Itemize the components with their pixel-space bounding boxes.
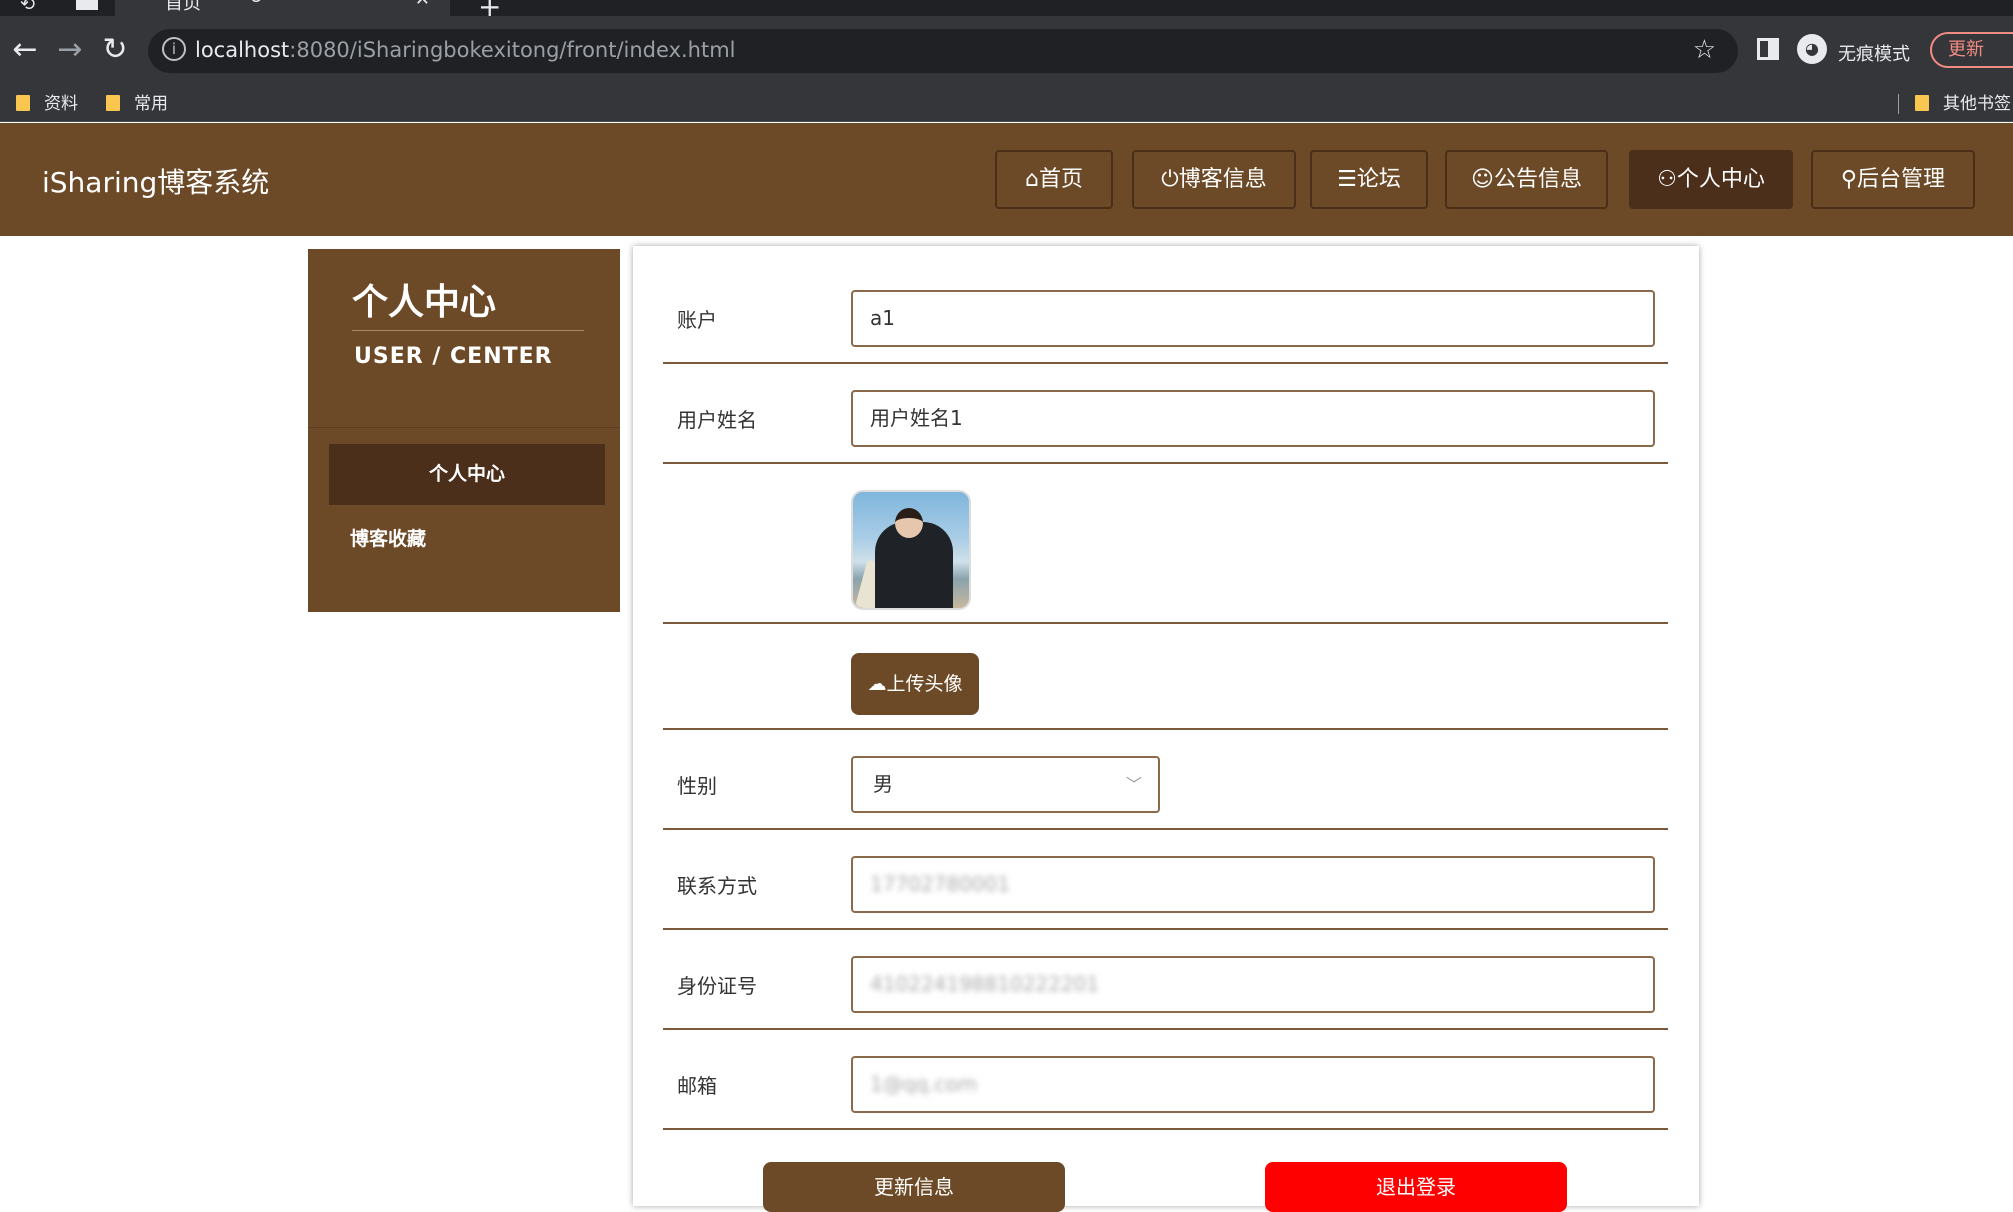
form-row-email: 邮箱 1@qq.com xyxy=(663,1030,1668,1130)
user-icon: ⚇ xyxy=(1657,167,1677,192)
id-number-field[interactable]: 410224198810222201 xyxy=(851,956,1655,1013)
phone-label: 联系方式 xyxy=(677,870,757,899)
folder-icon xyxy=(1915,95,1929,111)
bookmark-folder[interactable]: 资料 xyxy=(16,86,78,122)
chrome-icon[interactable]: ⟲ xyxy=(20,0,40,10)
incognito-icon[interactable]: ◕ xyxy=(1797,34,1827,64)
info-icon[interactable]: i xyxy=(162,37,186,61)
site-header: iSharing博客系统 ⌂首页 ⏻博客信息 ☰论坛 ☺公告信息 ⚇个人中心 ⚲… xyxy=(0,123,2013,236)
sidebar-item-user-center[interactable]: 个人中心 xyxy=(329,444,605,505)
sidebar-divider xyxy=(352,330,584,331)
folder-icon xyxy=(106,95,120,111)
phone-field[interactable]: 17702780001 xyxy=(851,856,1655,913)
name-field[interactable]: 用户姓名1 xyxy=(851,390,1655,447)
email-value: 1@qq.com xyxy=(870,1072,977,1096)
side-panel-icon[interactable] xyxy=(1757,38,1779,60)
sidebar-separator xyxy=(308,427,620,428)
power-icon: ⏻ xyxy=(1161,167,1178,192)
browser-toolbar: ← → ↻ i localhost:8080/iSharingbokexiton… xyxy=(0,16,2013,86)
form-row-gender: 性别 男 ﹀ xyxy=(663,730,1668,830)
email-label: 邮箱 xyxy=(677,1070,717,1099)
cloud-upload-icon: ☁ xyxy=(867,673,886,695)
email-field[interactable]: 1@qq.com xyxy=(851,1056,1655,1113)
star-icon[interactable]: ☆ xyxy=(1693,35,1716,65)
avatar-image-detail xyxy=(895,508,923,538)
id-number-label: 身份证号 xyxy=(677,970,757,999)
form-row-account: 账户 a1 xyxy=(663,246,1668,364)
form-row-phone: 联系方式 17702780001 xyxy=(663,830,1668,930)
update-info-button[interactable]: 更新信息 xyxy=(763,1162,1065,1212)
phone-value: 17702780001 xyxy=(870,872,1010,896)
forward-icon[interactable]: → xyxy=(53,34,87,66)
id-number-value: 410224198810222201 xyxy=(870,972,1099,996)
update-button[interactable]: 更新 xyxy=(1930,32,2013,68)
other-bookmarks[interactable]: 其他书签 xyxy=(1915,86,2011,122)
sidebar-subtitle: USER / CENTER xyxy=(354,344,553,369)
back-icon[interactable]: ← xyxy=(8,34,42,66)
user-sidebar: 个人中心 USER / CENTER 个人中心 博客收藏 xyxy=(308,249,620,612)
home-icon: ⌂ xyxy=(1025,167,1039,192)
gender-select[interactable]: 男 ﹀ xyxy=(851,756,1160,813)
browser-tab-bar: ⟲ ⟲ 首页 ✕ + xyxy=(0,0,2013,16)
profile-form-card: 账户 a1 用户姓名 用户姓名1 ☁上传头像 性别 男 ﹀ 联系方式 17702… xyxy=(633,246,1699,1206)
chevron-down-icon: ﹀ xyxy=(1126,758,1142,811)
folder-icon xyxy=(16,95,30,111)
tab-icon[interactable] xyxy=(76,0,98,10)
name-label: 用户姓名 xyxy=(677,404,757,433)
form-row-name: 用户姓名 用户姓名1 xyxy=(663,364,1668,464)
sidebar-title: 个人中心 xyxy=(352,273,496,325)
nav-blog-info[interactable]: ⏻博客信息 xyxy=(1132,150,1296,209)
globe-icon: ⟲ xyxy=(247,0,262,2)
gender-label: 性别 xyxy=(677,770,717,799)
bookmark-folder[interactable]: 常用 xyxy=(106,86,168,122)
url-text[interactable]: localhost:8080/iSharingbokexitong/front/… xyxy=(195,38,736,62)
reload-icon[interactable]: ↻ xyxy=(98,34,132,66)
account-field[interactable]: a1 xyxy=(851,290,1655,347)
form-row-avatar xyxy=(663,464,1668,624)
nav-forum[interactable]: ☰论坛 xyxy=(1310,150,1428,209)
sliders-icon: ☰ xyxy=(1337,167,1357,192)
gender-value: 男 xyxy=(873,772,893,796)
incognito-label[interactable]: 无痕模式 xyxy=(1838,40,1910,66)
browser-tab[interactable]: ⟲ 首页 ✕ xyxy=(115,0,450,16)
upload-avatar-button[interactable]: ☁上传头像 xyxy=(851,653,979,715)
avatar xyxy=(851,490,971,610)
form-row-upload: ☁上传头像 xyxy=(663,624,1668,730)
site-brand[interactable]: iSharing博客系统 xyxy=(42,161,269,201)
nav-user-center[interactable]: ⚇个人中心 xyxy=(1629,150,1793,209)
form-row-id-number: 身份证号 410224198810222201 xyxy=(663,930,1668,1030)
nav-notice[interactable]: ☺公告信息 xyxy=(1445,150,1608,209)
bookmarks-bar: 资料 常用 其他书签 xyxy=(0,86,2013,122)
sidebar-item-blog-favorites[interactable]: 博客收藏 xyxy=(350,524,426,551)
account-label: 账户 xyxy=(677,304,717,333)
tab-title: 首页 xyxy=(165,0,201,14)
close-icon[interactable]: ✕ xyxy=(415,0,430,4)
link-icon: ⚲ xyxy=(1841,167,1857,192)
nav-home[interactable]: ⌂首页 xyxy=(995,150,1113,209)
logout-button[interactable]: 退出登录 xyxy=(1265,1162,1567,1212)
address-bar[interactable]: i localhost:8080/iSharingbokexitong/fron… xyxy=(148,29,1738,73)
bookmarks-divider xyxy=(1898,94,1899,114)
smile-icon: ☺ xyxy=(1471,167,1494,192)
nav-admin[interactable]: ⚲后台管理 xyxy=(1811,150,1975,209)
